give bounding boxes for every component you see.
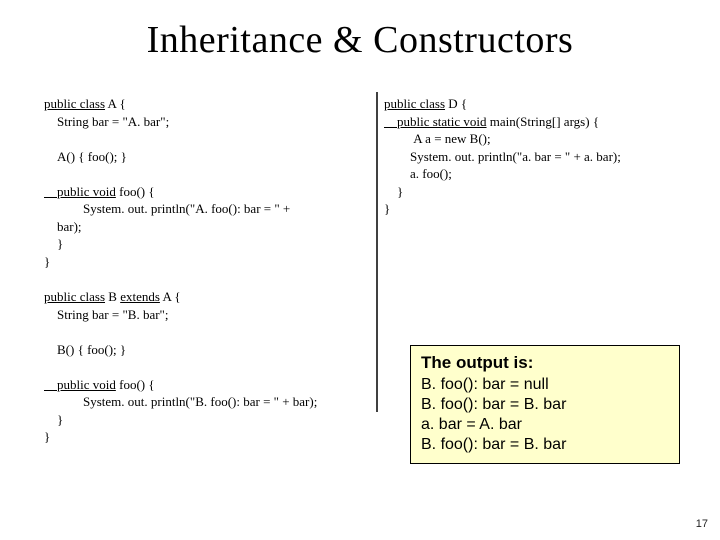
left-column: public class A { String bar = "A. bar"; … (44, 95, 364, 446)
slide: Inheritance & Constructors public class … (0, 0, 720, 540)
class-b-close: } (44, 429, 50, 444)
class-a-name: A { (105, 96, 126, 111)
class-d-main-sig: main(String[] args) { (487, 114, 600, 129)
slide-title: Inheritance & Constructors (0, 18, 720, 62)
kw-public-class-b: public class (44, 289, 105, 304)
output-line-1: B. foo(): bar = null (421, 375, 669, 395)
class-b-field: String bar = "B. bar"; (44, 307, 168, 322)
page-number: 17 (696, 518, 708, 530)
code-class-d: public class D { public static void main… (384, 95, 694, 218)
class-a-ctor: A() { foo(); } (44, 149, 127, 164)
kw-public-class-d: public class (384, 96, 445, 111)
class-a-field: String bar = "A. bar"; (44, 114, 169, 129)
class-b-foo-body: System. out. println("B. foo(): bar = " … (44, 394, 317, 427)
column-divider (376, 92, 378, 412)
right-column: public class D { public static void main… (384, 95, 694, 218)
class-a-close: } (44, 254, 50, 269)
class-a-foo-sig: foo() { (116, 184, 155, 199)
code-class-a: public class A { String bar = "A. bar"; … (44, 95, 364, 446)
output-line-4: B. foo(): bar = B. bar (421, 435, 669, 455)
output-line-2: B. foo(): bar = B. bar (421, 395, 669, 415)
kw-extends: extends (120, 289, 160, 304)
class-d-body3: a. foo(); (384, 166, 452, 181)
kw-public-void: public void (44, 184, 116, 199)
class-d-name: D { (445, 96, 467, 111)
kw-public-static-void: public static void (384, 114, 487, 129)
class-b-foo-sig: foo() { (116, 377, 155, 392)
class-b-ctor: B() { foo(); } (44, 342, 126, 357)
kw-public-void-b: public void (44, 377, 116, 392)
output-line-3: a. bar = A. bar (421, 415, 669, 435)
class-d-close: } (384, 201, 390, 216)
class-b-rest: A { (160, 289, 181, 304)
class-a-foo-body: System. out. println("A. foo(): bar = " … (44, 201, 290, 251)
class-d-body1: A a = new B(); (384, 131, 491, 146)
class-d-close-main: } (384, 184, 403, 199)
output-box: The output is: B. foo(): bar = null B. f… (410, 345, 680, 464)
output-header: The output is: (421, 352, 669, 373)
kw-public-class: public class (44, 96, 105, 111)
class-b-name: B (105, 289, 120, 304)
class-d-body2: System. out. println("a. bar = " + a. ba… (384, 149, 621, 164)
